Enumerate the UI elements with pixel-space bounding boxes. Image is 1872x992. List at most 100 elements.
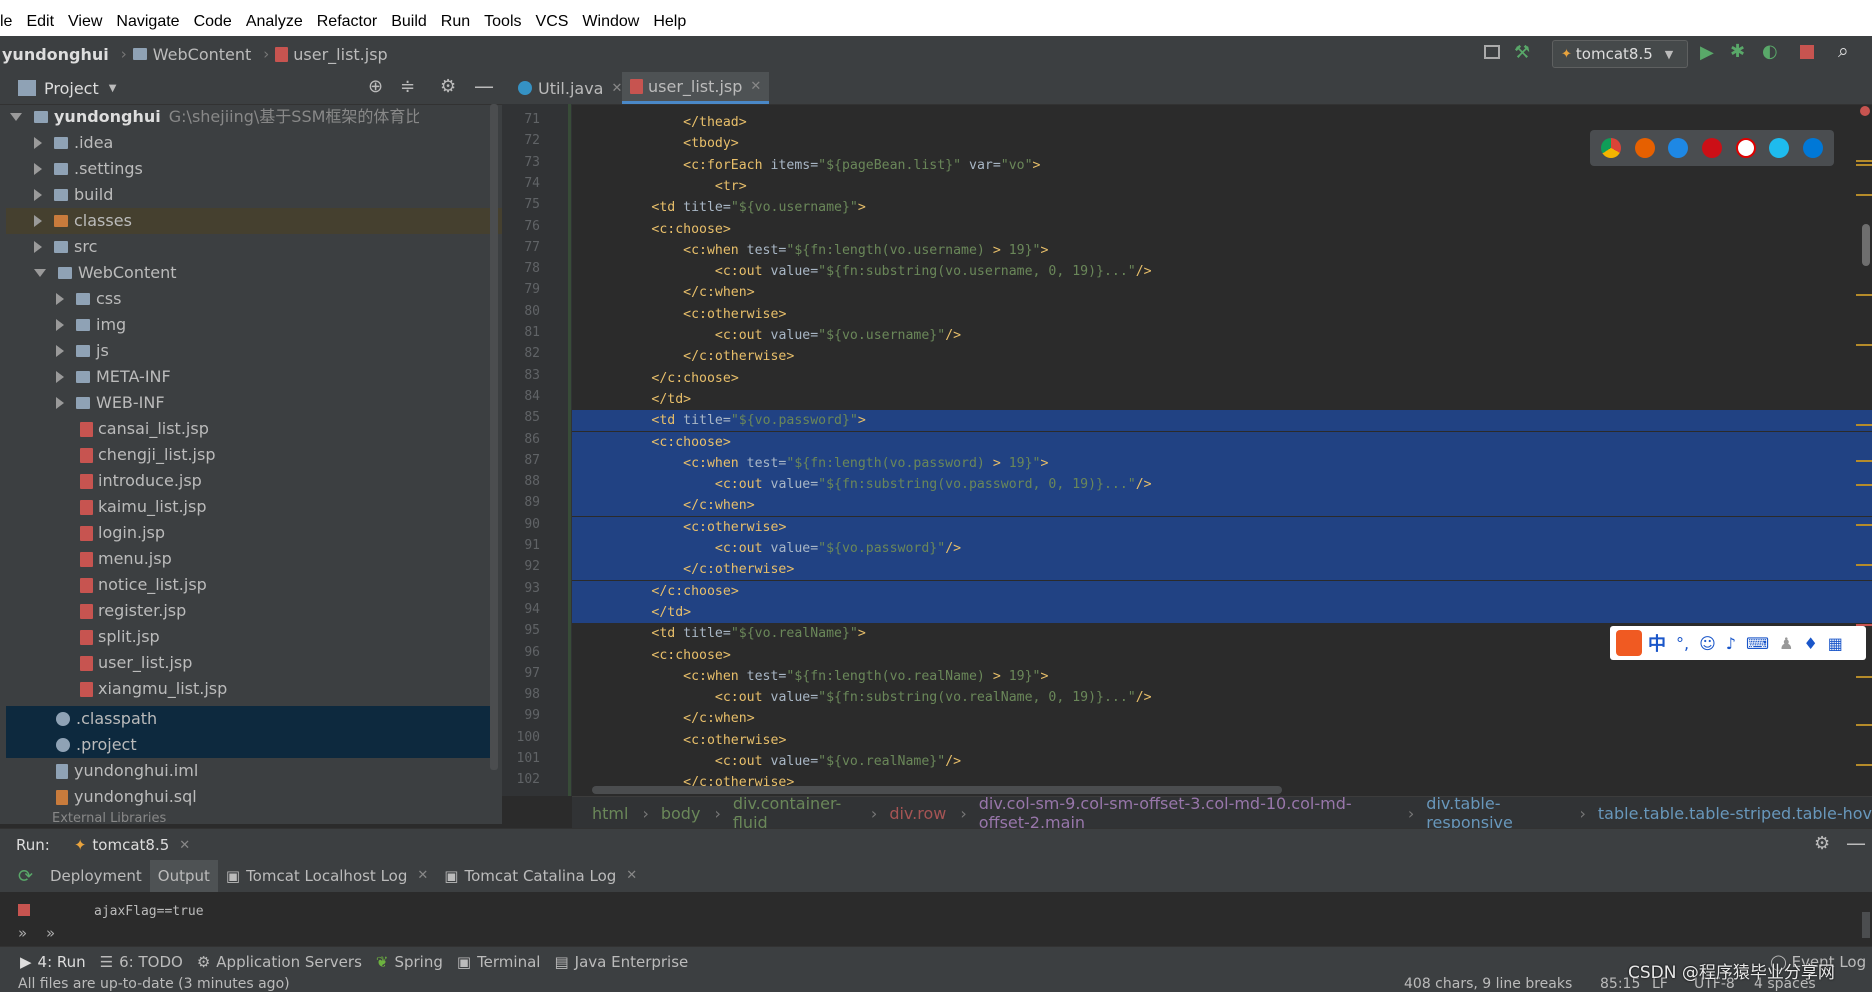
tree-item-jsp[interactable]: notice_list.jsp [80, 572, 207, 598]
tree-item-iml[interactable]: yundonghui.iml [56, 758, 198, 784]
console-output[interactable]: » » ajaxFlag==true [0, 892, 1872, 942]
gear-icon[interactable]: ⚙ [440, 76, 456, 97]
tree-item-meta-inf[interactable]: META-INF [56, 364, 171, 390]
tree-item-jsp[interactable]: cansai_list.jsp [80, 416, 209, 442]
editor-horizontal-scrollbar[interactable] [592, 786, 1282, 794]
menu-refactor[interactable]: Refactor [310, 13, 384, 31]
crumb-html[interactable]: html [592, 804, 628, 823]
skin-icon[interactable]: ♦ [1803, 634, 1817, 653]
menu-run[interactable]: Run [434, 13, 477, 31]
grid-icon[interactable]: ▦ [1828, 634, 1843, 653]
emoji-icon[interactable]: ☺ [1699, 634, 1716, 653]
menu-help[interactable]: Help [646, 13, 693, 31]
yandex-icon[interactable] [1735, 138, 1756, 158]
minimize-icon[interactable]: — [1846, 831, 1866, 855]
run-config-tab[interactable]: ✦ tomcat8.5 ✕ [74, 836, 190, 854]
tool-terminal[interactable]: ▣ Terminal [457, 953, 541, 971]
safari-icon[interactable] [1668, 138, 1689, 158]
rerun-icon[interactable]: ⟳ [18, 866, 42, 887]
tree-item-jsp[interactable]: chengji_list.jsp [80, 442, 216, 468]
build-hammer-icon[interactable]: ⚒ [1514, 42, 1530, 63]
tree-item-build[interactable]: build [34, 182, 113, 208]
ime-mode[interactable]: 中 [1648, 630, 1666, 656]
microphone-icon[interactable]: ♪ [1726, 634, 1736, 653]
code-editor[interactable]: </thead> <tbody> <c:forEach items="${pag… [572, 104, 1872, 796]
tree-item-external-libraries[interactable]: External Libraries [10, 812, 166, 826]
tree-item-jsp[interactable]: kaimu_list.jsp [80, 494, 206, 520]
nav-folder[interactable]: WebContent [132, 45, 251, 64]
crumb-container[interactable]: div.container-fluid [733, 794, 857, 832]
tool-spring[interactable]: ❦ Spring [376, 953, 443, 971]
project-scrollbar[interactable] [490, 104, 498, 770]
close-icon[interactable]: ✕ [417, 860, 428, 892]
tree-item-classpath[interactable]: .classpath [56, 706, 157, 732]
user-icon[interactable]: ♟ [1779, 634, 1793, 653]
menu-navigate[interactable]: Navigate [109, 13, 186, 31]
tree-root[interactable]: yundonghui G:\shejiing\基于SSM框架的体育比赛管理系统\… [10, 104, 419, 130]
crumb-table[interactable]: table.table.table-striped.table-hov [1598, 804, 1872, 823]
tree-item-jsp[interactable]: user_list.jsp [80, 650, 192, 676]
coverage-icon[interactable]: ◐ [1762, 41, 1778, 62]
tab-deployment[interactable]: Deployment [42, 860, 150, 892]
chevron-down-icon[interactable]: ▼ [109, 83, 117, 94]
debug-icon[interactable]: ✱ [1730, 41, 1745, 62]
nav-project[interactable]: yundonghui [2, 45, 109, 64]
tree-item-sql[interactable]: yundonghui.sql [56, 784, 197, 810]
tree-item-webcontent[interactable]: WebContent [34, 260, 177, 286]
tree-item-idea[interactable]: .idea [34, 130, 113, 156]
menu-edit[interactable]: Edit [19, 13, 61, 31]
locate-icon[interactable]: ⊕ [368, 76, 383, 97]
editor-vertical-scrollbar[interactable] [1862, 224, 1870, 266]
punctuation-icon[interactable]: °, [1676, 634, 1689, 653]
crumb-row[interactable]: div.row [889, 804, 946, 823]
close-icon[interactable]: ✕ [750, 79, 761, 94]
close-icon[interactable]: ✕ [611, 81, 622, 96]
tree-item-settings[interactable]: .settings [34, 156, 143, 182]
stop-icon[interactable] [18, 904, 30, 916]
tree-item-jsp[interactable]: xiangmu_list.jsp [80, 676, 227, 702]
keyboard-icon[interactable]: ⌨ [1746, 634, 1769, 653]
gear-icon[interactable]: ⚙ [1814, 833, 1830, 854]
console-scrollbar[interactable] [1862, 912, 1870, 938]
tab-output[interactable]: Output [149, 860, 218, 892]
close-icon[interactable]: ✕ [179, 838, 190, 853]
tool-java-enterprise[interactable]: ▤ Java Enterprise [554, 953, 688, 971]
tab-user-list-jsp[interactable]: user_list.jsp ✕ [622, 72, 770, 104]
run-config-select[interactable]: ✦ tomcat8.5 ▼ [1552, 40, 1688, 68]
crumb-table-responsive[interactable]: div.table-responsive [1426, 794, 1565, 832]
error-icon[interactable] [1860, 106, 1870, 116]
more-icon[interactable]: » [18, 924, 27, 942]
tree-item-jsp[interactable]: login.jsp [80, 520, 165, 546]
tree-item-classes[interactable]: classes [34, 208, 132, 234]
tab-util-java[interactable]: Util.java ✕ [510, 72, 630, 104]
collapse-all-icon[interactable]: ≑ [400, 76, 415, 97]
tree-item-jsp[interactable]: introduce.jsp [80, 468, 202, 494]
minimize-icon[interactable]: — [474, 74, 494, 98]
ie-icon[interactable] [1769, 138, 1790, 158]
tree-item-js[interactable]: js [56, 338, 109, 364]
tree-item-img[interactable]: img [56, 312, 126, 338]
chrome-icon[interactable] [1600, 138, 1621, 158]
tree-item-project-file[interactable]: .project [56, 732, 137, 758]
menu-build[interactable]: Build [384, 13, 434, 31]
more-icon[interactable]: » [46, 924, 55, 942]
tree-item-src[interactable]: src [34, 234, 97, 260]
run-icon[interactable]: ▶ [1700, 42, 1714, 63]
error-stripe[interactable] [1856, 104, 1872, 796]
edge-icon[interactable] [1803, 138, 1824, 158]
menu-file[interactable]: le [0, 13, 19, 31]
tab-localhost-log[interactable]: ▣ Tomcat Localhost Log ✕ [218, 860, 436, 892]
crumb-col[interactable]: div.col-sm-9.col-sm-offset-3.col-md-10.c… [979, 794, 1394, 832]
tree-item-jsp[interactable]: split.jsp [80, 624, 160, 650]
tool-run[interactable]: ▶ 4: Run [20, 953, 86, 971]
search-icon[interactable]: ⌕ [1838, 40, 1849, 62]
stop-icon[interactable] [1800, 45, 1814, 59]
menu-window[interactable]: Window [575, 13, 646, 31]
close-icon[interactable]: ✕ [626, 860, 637, 892]
nav-file[interactable]: user_list.jsp [275, 45, 388, 64]
tree-item-jsp[interactable]: register.jsp [80, 598, 186, 624]
menu-tools[interactable]: Tools [477, 13, 528, 31]
firefox-icon[interactable] [1634, 138, 1655, 158]
menu-analyze[interactable]: Analyze [239, 13, 310, 31]
tool-todo[interactable]: ☰ 6: TODO [100, 953, 183, 971]
